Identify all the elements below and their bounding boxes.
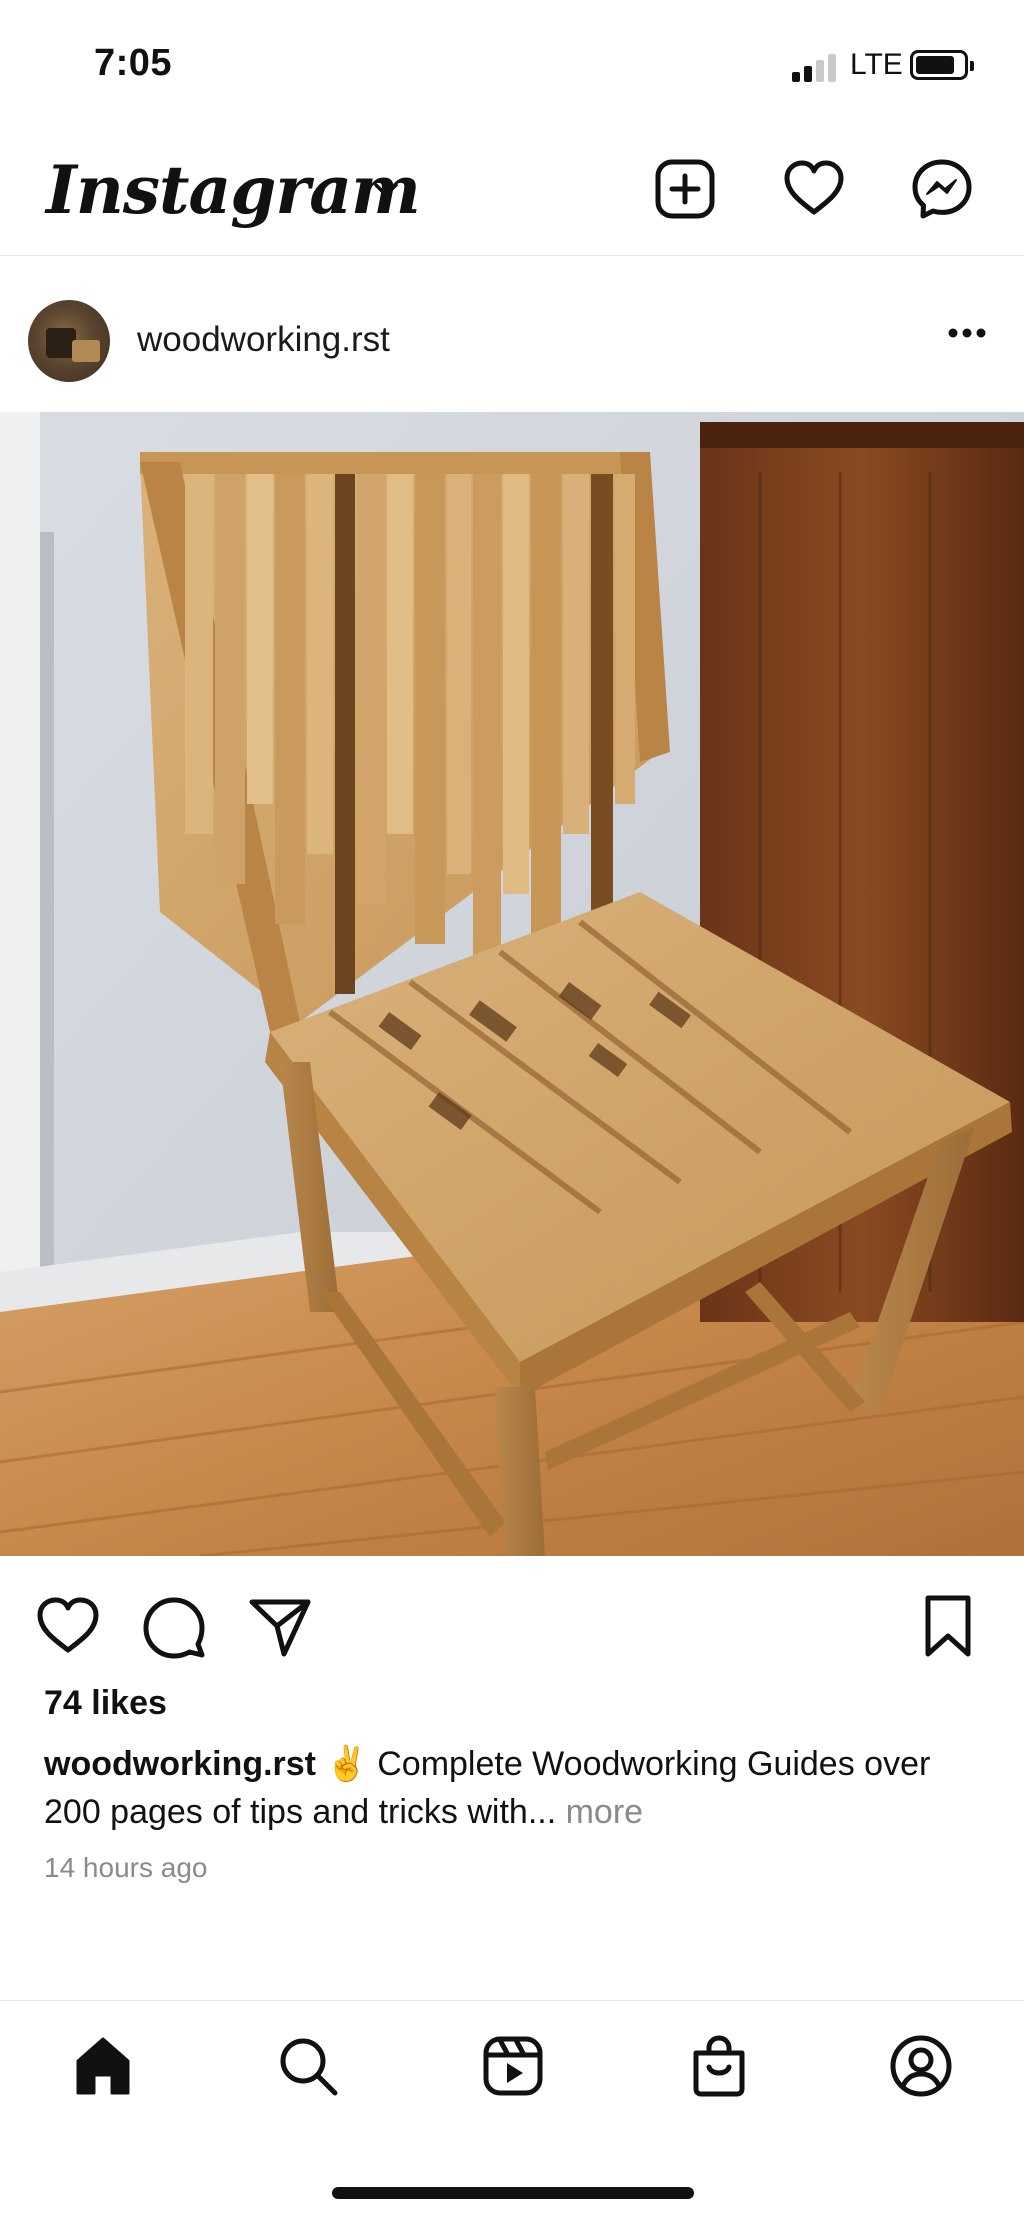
post-username[interactable]: woodworking.rst	[137, 320, 390, 360]
search-icon[interactable]	[275, 2033, 341, 2099]
bookmark-icon[interactable]	[914, 1592, 982, 1660]
status-bar: 7:05 LTE	[0, 0, 1024, 130]
messenger-icon[interactable]	[909, 156, 975, 222]
chevron-down-icon[interactable]	[370, 174, 402, 206]
comment-icon[interactable]	[140, 1592, 208, 1660]
battery-icon	[910, 50, 974, 80]
caption-username[interactable]: woodworking.rst	[44, 1745, 316, 1783]
likes-count[interactable]: 74 likes	[44, 1684, 167, 1723]
heart-icon[interactable]	[781, 156, 847, 222]
more-options-icon[interactable]	[946, 318, 988, 348]
post-image[interactable]	[0, 412, 1024, 1556]
like-icon[interactable]	[34, 1592, 102, 1660]
post-timestamp: 14 hours ago	[44, 1852, 208, 1883]
profile-icon[interactable]	[888, 2033, 954, 2099]
status-time: 7:05	[94, 42, 173, 84]
cellular-signal-icon	[792, 52, 840, 82]
shop-icon[interactable]	[686, 2033, 752, 2099]
bottom-navigation	[0, 2000, 1024, 2218]
instagram-logo[interactable]: Instagram	[46, 130, 421, 250]
network-type: LTE	[850, 48, 903, 81]
post-caption: woodworking.rst ✌️ Complete Woodworking …	[44, 1740, 994, 1836]
share-icon[interactable]	[246, 1592, 314, 1660]
wood-chair-illustration	[0, 412, 1024, 1556]
app-header: Instagram	[0, 130, 1024, 256]
home-icon[interactable]	[70, 2033, 136, 2099]
post-actions	[0, 1556, 1024, 1686]
post-header: woodworking.rst	[0, 256, 1024, 412]
home-indicator[interactable]	[332, 2187, 694, 2199]
reels-icon[interactable]	[480, 2033, 546, 2099]
caption-more-link[interactable]: more	[566, 1793, 643, 1831]
new-post-icon[interactable]	[652, 156, 718, 222]
avatar[interactable]	[28, 300, 110, 382]
